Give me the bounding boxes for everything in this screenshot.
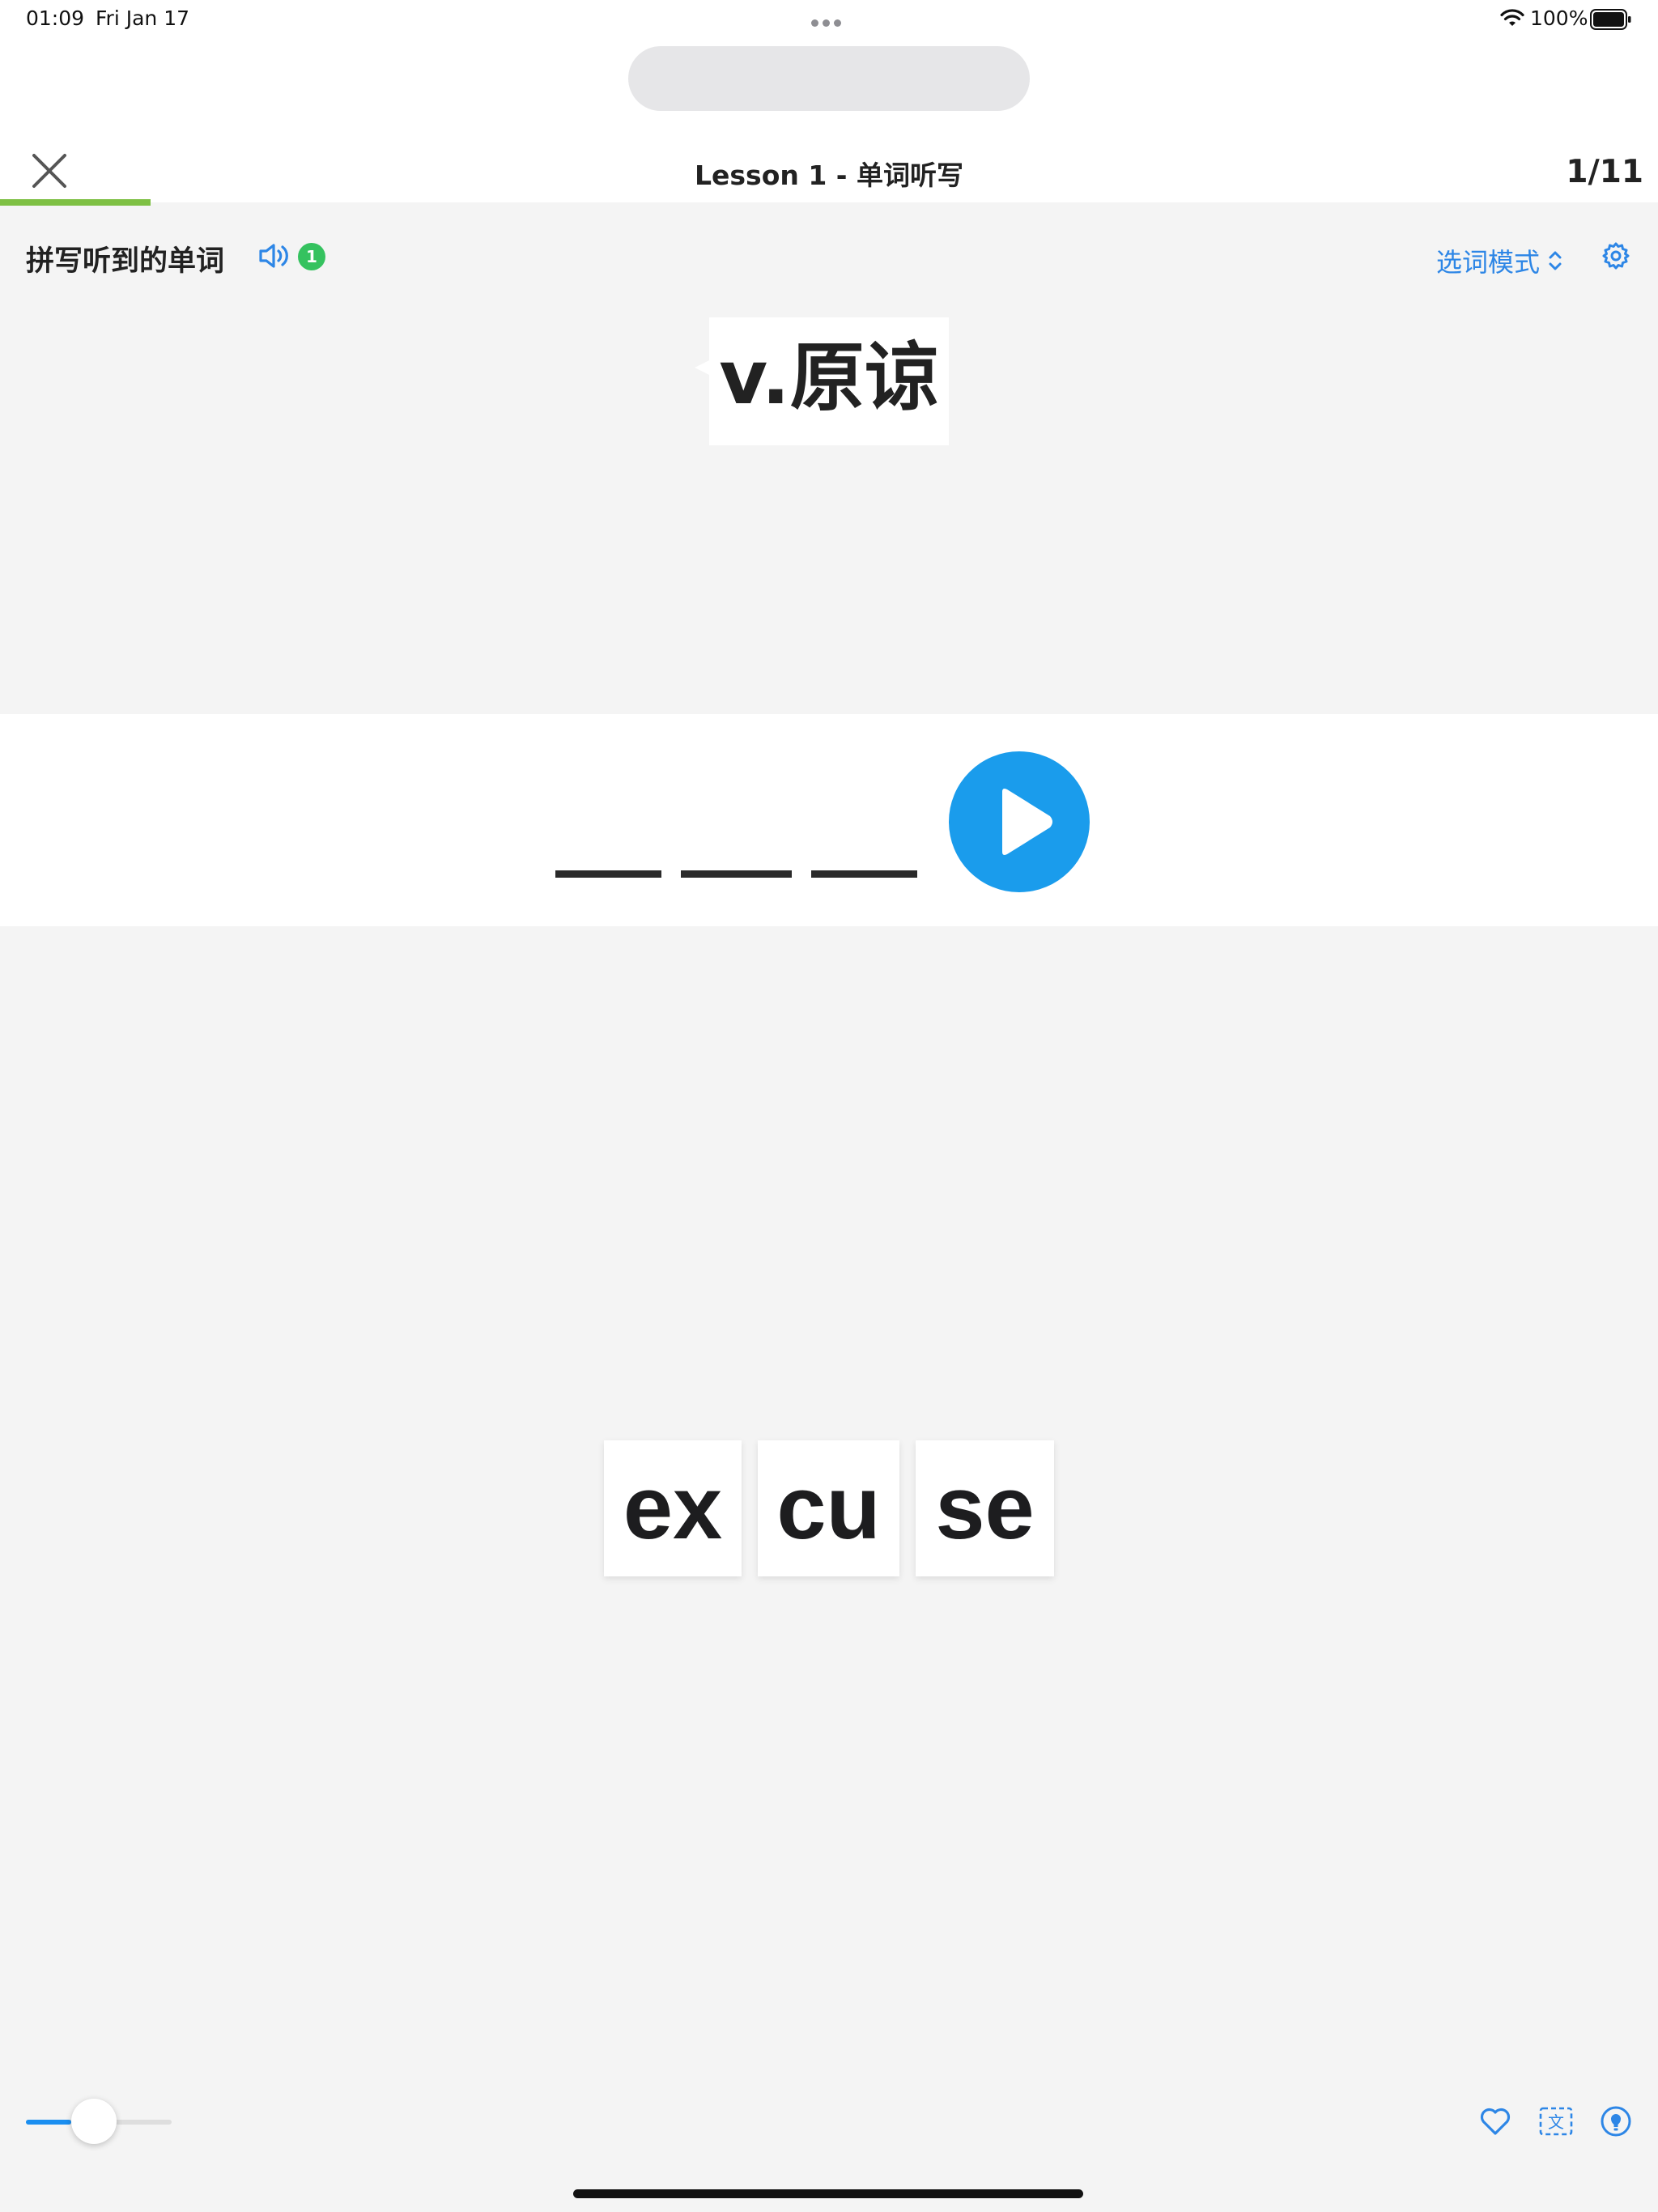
svg-text:文: 文 [1548, 2112, 1564, 2132]
meaning-bubble-tail [695, 359, 711, 376]
speed-slider[interactable] [26, 2099, 172, 2144]
wifi-icon [1500, 9, 1524, 26]
answer-slot[interactable] [555, 870, 661, 878]
home-indicator[interactable] [573, 2189, 1083, 2198]
word-meaning: v.原谅 [719, 334, 939, 421]
battery-icon [1590, 9, 1631, 30]
multitasking-dots-icon[interactable] [811, 15, 847, 27]
speaker-icon[interactable] [257, 241, 293, 270]
mode-select[interactable]: 选词模式 [1436, 245, 1564, 278]
answer-slot[interactable] [811, 870, 917, 878]
answer-slot[interactable] [681, 870, 792, 878]
play-count-badge: 1 [298, 243, 325, 270]
question-counter: 1/11 [1566, 154, 1643, 190]
slider-thumb[interactable] [71, 2099, 117, 2144]
translate-icon[interactable]: 文 [1539, 2105, 1573, 2138]
instruction-label: 拼写听到的单词 [26, 245, 225, 278]
address-pill[interactable] [628, 46, 1030, 111]
chevron-up-down-icon [1549, 251, 1562, 270]
heart-icon[interactable] [1479, 2107, 1511, 2136]
lesson-progress-bar [0, 199, 151, 206]
gear-icon[interactable] [1601, 241, 1630, 270]
lightbulb-icon[interactable] [1600, 2105, 1632, 2138]
syllable-tile[interactable]: se [916, 1440, 1054, 1576]
battery-percentage: 100% [1530, 6, 1588, 30]
status-time: 01:09 [26, 6, 85, 30]
syllable-tile[interactable]: cu [758, 1440, 899, 1576]
mode-select-label: 选词模式 [1436, 247, 1541, 278]
lesson-title: Lesson 1 - 单词听写 [695, 160, 963, 191]
status-date: Fri Jan 17 [96, 6, 190, 30]
slider-fill [26, 2120, 71, 2125]
answer-area [0, 714, 1658, 926]
play-icon [1002, 789, 1052, 855]
play-audio-button[interactable] [949, 751, 1090, 892]
syllable-tile[interactable]: ex [604, 1440, 742, 1576]
